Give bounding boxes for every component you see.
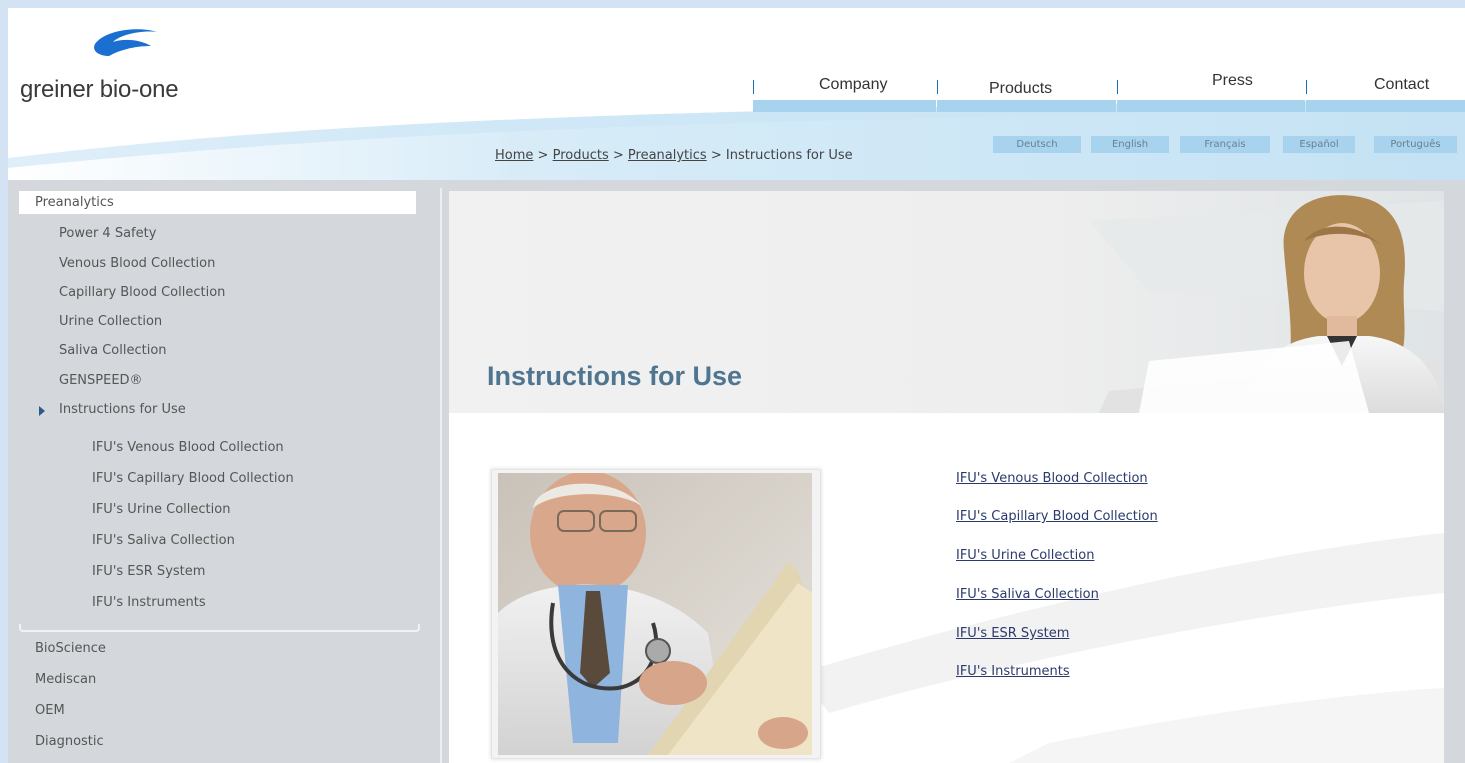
sidebar-subitem-ifu-urine[interactable]: IFU's Urine Collection — [92, 502, 230, 517]
lang-english[interactable]: English — [1091, 136, 1169, 153]
content-area: Preanalytics Power 4 Safety Venous Blood… — [8, 180, 1465, 763]
sidebar-item-instructions[interactable]: Instructions for Use — [59, 402, 186, 417]
language-selector: Deutsch English Français Español Portugu… — [993, 136, 1465, 156]
sidebar-subitem-ifu-saliva[interactable]: IFU's Saliva Collection — [92, 533, 235, 548]
sidebar-item-venous[interactable]: Venous Blood Collection — [59, 256, 215, 271]
sidebar-item-urine[interactable]: Urine Collection — [59, 314, 162, 329]
nav-bar — [1117, 100, 1305, 112]
breadcrumb-separator: > — [537, 148, 549, 163]
site-header: greiner bio-one Company Products Press C… — [8, 8, 1465, 180]
breadcrumb-home[interactable]: Home — [495, 148, 533, 163]
sidebar-section-preanalytics[interactable]: Preanalytics — [35, 195, 114, 210]
sidebar-item-power4safety[interactable]: Power 4 Safety — [59, 226, 156, 241]
link-ifu-urine[interactable]: IFU's Urine Collection — [956, 548, 1094, 563]
column-divider — [440, 188, 442, 763]
breadcrumb-preanalytics[interactable]: Preanalytics — [628, 148, 707, 163]
breadcrumb-current: Instructions for Use — [725, 148, 853, 163]
nav-divider — [937, 80, 938, 94]
nav-divider — [1117, 80, 1118, 94]
nav-contact-label: Contact — [1374, 76, 1430, 93]
nav-press-label: Press — [1212, 72, 1253, 89]
breadcrumb-separator: > — [612, 148, 624, 163]
nav-products-label: Products — [989, 80, 1053, 97]
page-title: Instructions for Use — [487, 361, 743, 391]
active-arrow-icon — [39, 406, 45, 416]
doctor-photo-frame — [491, 469, 821, 759]
page: greiner bio-one Company Products Press C… — [8, 8, 1465, 763]
nav-bar — [753, 100, 936, 112]
link-ifu-venous[interactable]: IFU's Venous Blood Collection — [956, 471, 1148, 486]
lang-portugues[interactable]: Português — [1374, 136, 1457, 153]
link-ifu-saliva[interactable]: IFU's Saliva Collection — [956, 587, 1099, 602]
lang-deutsch[interactable]: Deutsch — [993, 136, 1081, 153]
breadcrumb-products[interactable]: Products — [553, 148, 609, 163]
nav-bar — [1306, 100, 1465, 112]
link-ifu-esr[interactable]: IFU's ESR System — [956, 626, 1069, 641]
sidebar-subitem-ifu-instruments[interactable]: IFU's Instruments — [92, 595, 206, 610]
sidebar-subitem-ifu-capillary[interactable]: IFU's Capillary Blood Collection — [92, 471, 294, 486]
sidebar-section-oem[interactable]: OEM — [35, 703, 65, 718]
lang-francais[interactable]: Français — [1180, 136, 1270, 153]
sidebar-item-genspeed[interactable]: GENSPEED® — [59, 373, 143, 388]
nav-contact[interactable]: Contact — [1306, 72, 1465, 112]
sidebar-item-saliva[interactable]: Saliva Collection — [59, 343, 167, 358]
lang-espanol[interactable]: Español — [1283, 136, 1355, 153]
sidebar-item-capillary[interactable]: Capillary Blood Collection — [59, 285, 225, 300]
main-navigation: Company Products Press Contact — [753, 72, 1465, 112]
sidebar-section-diagnostic[interactable]: Diagnostic — [35, 734, 104, 749]
sidebar-section-bioscience[interactable]: BioScience — [35, 641, 106, 656]
link-ifu-instruments[interactable]: IFU's Instruments — [956, 664, 1070, 679]
nav-products[interactable]: Products — [937, 72, 1116, 112]
link-ifu-capillary[interactable]: IFU's Capillary Blood Collection — [956, 509, 1158, 524]
sidebar-nav: Preanalytics Power 4 Safety Venous Blood… — [8, 180, 440, 763]
doctor-photo-image — [498, 473, 812, 755]
nav-divider — [1306, 80, 1307, 94]
breadcrumb-separator: > — [710, 148, 722, 163]
brand-name: greiner bio-one — [20, 76, 179, 103]
logo-swoosh-icon — [94, 29, 157, 56]
nav-company-label: Company — [819, 76, 888, 93]
sidebar-section-mediscan[interactable]: Mediscan — [35, 672, 96, 687]
nav-press[interactable]: Press — [1117, 72, 1305, 112]
sidebar-subitem-ifu-esr[interactable]: IFU's ESR System — [92, 564, 205, 579]
main-content: Instructions for Use IFU's Venous Blood … — [449, 191, 1444, 763]
breadcrumb: Home > Products > Preanalytics > Instruc… — [495, 148, 853, 163]
nav-divider — [753, 80, 754, 94]
sidebar-subitem-ifu-venous[interactable]: IFU's Venous Blood Collection — [92, 440, 284, 455]
brand-logo[interactable]: greiner bio-one — [20, 26, 230, 106]
nav-company[interactable]: Company — [753, 72, 936, 112]
nav-bar — [937, 100, 1116, 112]
hero-banner: Instructions for Use — [449, 191, 1444, 413]
sidebar-divider — [19, 624, 420, 632]
